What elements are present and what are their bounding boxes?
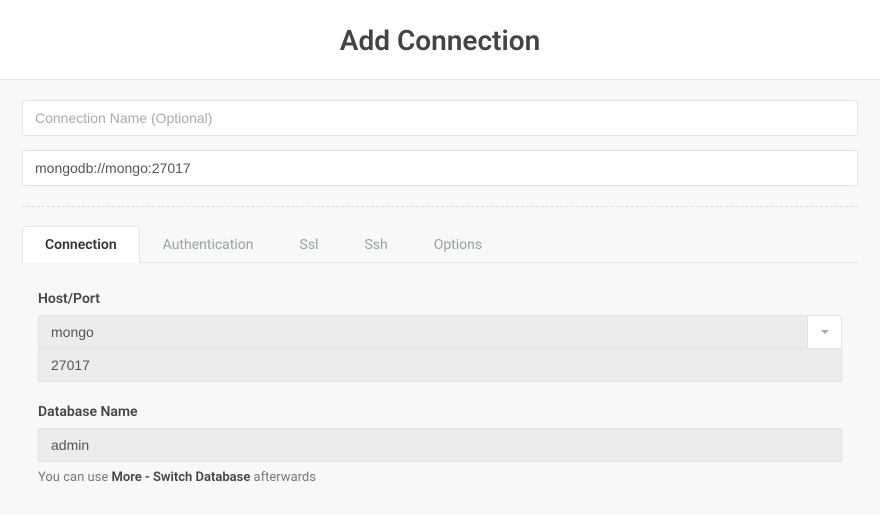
hint-prefix: You can use [38, 470, 111, 485]
database-row [38, 428, 842, 462]
tab-ssh[interactable]: Ssh [341, 226, 410, 263]
dialog-title: Add Connection [0, 24, 880, 57]
database-name-label: Database Name [38, 404, 842, 420]
caret-down-icon [821, 330, 829, 334]
dialog-body: Connection Authentication Ssl Ssh Option… [0, 80, 880, 515]
dialog-header: Add Connection [0, 0, 880, 80]
tab-authentication[interactable]: Authentication [140, 226, 277, 263]
port-input[interactable] [38, 349, 842, 382]
host-input[interactable] [38, 315, 808, 349]
tab-content-connection: Host/Port Database Name You can use More… [22, 263, 858, 495]
port-row [38, 349, 842, 382]
tab-connection[interactable]: Connection [22, 226, 140, 263]
form-divider [22, 206, 858, 207]
tab-options[interactable]: Options [411, 226, 505, 263]
hint-strong: More - Switch Database [111, 470, 250, 485]
connection-uri-input[interactable] [22, 150, 858, 186]
tab-ssl[interactable]: Ssl [277, 226, 342, 263]
connection-name-input[interactable] [22, 100, 858, 136]
host-dropdown-button[interactable] [808, 315, 842, 349]
host-port-label: Host/Port [38, 291, 842, 307]
database-hint: You can use More - Switch Database after… [38, 470, 842, 485]
host-row [38, 315, 842, 349]
database-name-input[interactable] [38, 428, 842, 462]
hint-suffix: afterwards [250, 470, 316, 485]
tab-bar: Connection Authentication Ssl Ssh Option… [22, 225, 858, 263]
